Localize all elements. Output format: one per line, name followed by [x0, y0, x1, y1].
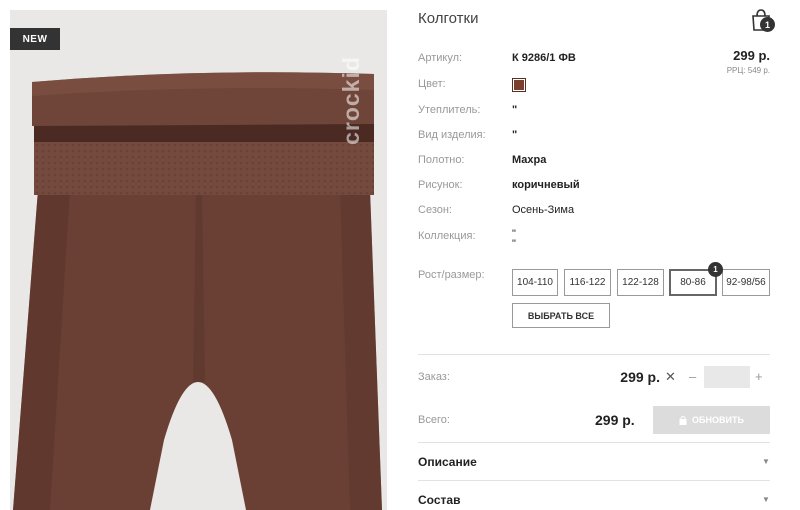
- accordion-description[interactable]: Описание: [418, 455, 477, 469]
- divider: [418, 442, 770, 443]
- attr-value-season: Осень-Зима: [512, 204, 575, 216]
- total-price: 299 р.: [595, 412, 635, 428]
- attr-value-pattern: коричневый: [512, 179, 580, 191]
- cart-count-badge: 1: [760, 17, 775, 32]
- size-option-116-122[interactable]: 116-122: [564, 269, 611, 296]
- size-option-122-128[interactable]: 122-128: [617, 269, 664, 296]
- attr-label-pattern: Рисунок:: [418, 179, 463, 191]
- size-quantity-badge: 1: [708, 262, 723, 277]
- attr-label-insulation: Утеплитель:: [418, 104, 481, 116]
- divider: [418, 354, 770, 355]
- chevron-down-icon[interactable]: ▼: [762, 457, 770, 466]
- product-title: Колготки: [418, 10, 479, 27]
- attr-label-article: Артикул:: [418, 52, 463, 64]
- attr-label-fabric: Полотно:: [418, 154, 465, 166]
- bag-icon: [679, 415, 687, 425]
- multiply-icon: ✕: [665, 369, 676, 384]
- quantity-input[interactable]: [704, 366, 750, 388]
- attr-label-color: Цвет:: [418, 78, 446, 90]
- brand-watermark: crockid: [337, 55, 364, 145]
- select-all-button[interactable]: ВЫБРАТЬ ВСЕ: [512, 303, 610, 328]
- total-label: Всего:: [418, 414, 450, 426]
- order-label: Заказ:: [418, 371, 450, 383]
- chevron-down-icon[interactable]: ▼: [762, 495, 770, 504]
- attr-label-collection: Коллекция:: [418, 230, 476, 242]
- attr-label-season: Сезон:: [418, 204, 452, 216]
- size-label: Рост/размер:: [418, 269, 485, 281]
- accordion-composition[interactable]: Состав: [418, 493, 460, 507]
- size-option-104-110[interactable]: 104-110: [512, 269, 558, 296]
- increase-quantity-button[interactable]: +: [755, 369, 763, 384]
- update-button[interactable]: ОБНОВИТЬ: [653, 406, 770, 434]
- product-photo: NEW crockid: [10, 10, 387, 510]
- decrease-quantity-button[interactable]: –: [689, 369, 696, 384]
- attr-value-product-type: ": [512, 129, 518, 141]
- attr-value-fabric: Махра: [512, 154, 547, 166]
- attr-value-collection-2: ": [512, 238, 516, 250]
- divider: [418, 480, 770, 481]
- attr-value-insulation: ": [512, 104, 518, 116]
- order-price: 299 р.: [620, 369, 660, 385]
- update-button-label: ОБНОВИТЬ: [692, 415, 744, 425]
- new-badge: NEW: [10, 28, 60, 50]
- attr-label-product-type: Вид изделия:: [418, 129, 486, 141]
- product-price: 299 р.: [733, 48, 770, 63]
- tights-illustration: [13, 72, 382, 510]
- size-option-92-98-56[interactable]: 92-98/56: [722, 269, 770, 296]
- recommended-retail-price: РРЦ: 549 р.: [726, 66, 770, 75]
- color-swatch[interactable]: [512, 78, 526, 92]
- attr-value-article: К 9286/1 ФВ: [512, 52, 576, 64]
